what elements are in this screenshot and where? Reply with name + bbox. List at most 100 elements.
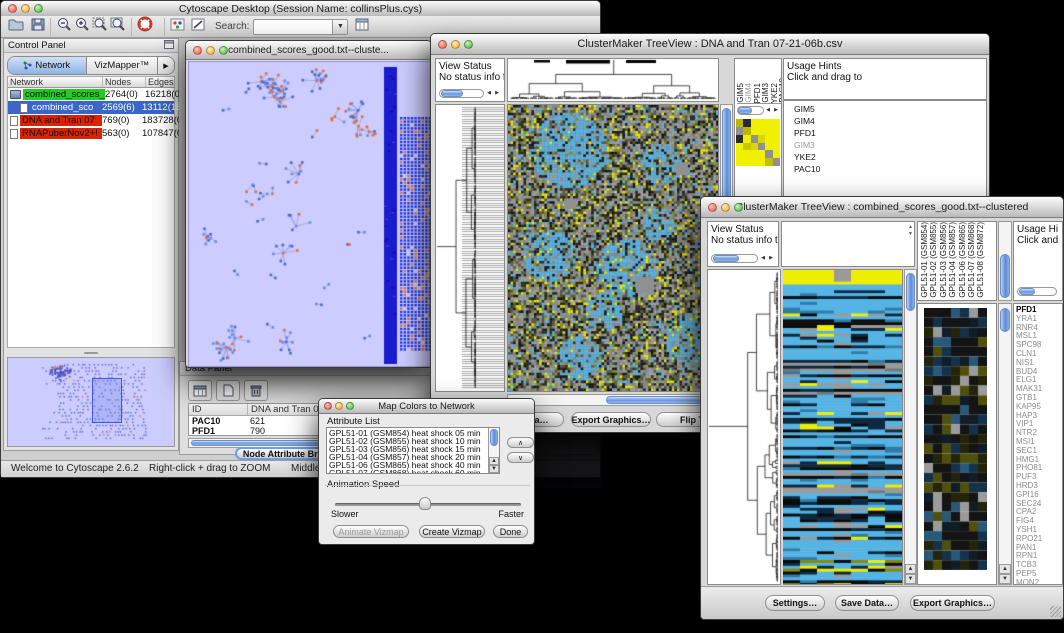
zoom-selected-icon[interactable] [109,16,127,37]
minimize-button[interactable] [721,203,730,212]
tab-vizmapper[interactable]: VizMapper™ [87,57,158,74]
summary-heatmap[interactable] [736,119,780,166]
speed-slider-thumb[interactable] [419,497,431,510]
tab-network[interactable]: Network [8,57,87,74]
move-down-button[interactable]: ∨ [507,452,534,463]
scroll-up-icon[interactable]: ▲ [908,224,913,230]
column-label[interactable]: GPL51-03 (GSM856) [940,222,947,298]
network-canvas[interactable] [188,61,431,367]
zoom-button[interactable] [34,4,43,13]
attribute-list-item[interactable]: GPL51-07 (GSM868) heat shock 60 min [329,469,497,474]
zoom-button[interactable] [219,46,228,55]
zoom-button[interactable] [346,402,354,410]
float-panel-icon[interactable] [164,40,174,52]
attribute-browser-icon[interactable] [354,17,371,37]
scroll-up-icon[interactable]: ▲ [489,457,499,465]
column-label[interactable]: YKE2 [771,83,778,103]
close-button[interactable] [193,46,202,55]
column-label[interactable]: GIM3 [762,83,769,103]
minimize-button[interactable] [206,46,215,55]
labels-vscrollbar[interactable] [998,221,1012,301]
resize-grip[interactable] [1050,606,1061,617]
title-bar[interactable]: Map Colors to Network [319,399,534,414]
scroll-right-icon[interactable]: ▶ [493,89,501,97]
tab-overflow-button[interactable]: ▶ [158,57,174,74]
close-button[interactable] [438,40,447,49]
network-list-row[interactable]: DNA and Tran 07769(0)183728(0) [8,114,174,127]
scrollbar-thumb[interactable] [490,429,498,446]
gene-label[interactable]: PAC10 [794,163,986,175]
column-dendrogram-pane[interactable] [507,58,719,102]
scroll-down-icon[interactable]: ▼ [908,231,913,237]
title-bar[interactable]: ClusterMaker TreeView : combined_scores_… [701,197,1063,218]
save-session-icon[interactable] [30,17,46,37]
node-grid-icon[interactable] [169,17,186,37]
column-label[interactable]: GPL51-04 (GSM857) [949,222,956,298]
create-vizmap-button[interactable]: Create Vizmap [419,525,485,538]
scroll-right-icon[interactable]: ▶ [772,106,780,114]
network-list-row[interactable]: RNAPuberNov2+!563(0)107847(0) [8,127,174,140]
zoom-fit-icon[interactable] [91,16,109,37]
gene-label[interactable]: GIM3 [794,139,986,151]
export-graphics-button[interactable]: Export Graphics… [571,412,651,427]
scroll-left-icon[interactable]: ◀ [485,89,493,97]
gene-label[interactable]: GIM4 [794,115,986,127]
column-label[interactable]: PAC10 [779,78,782,103]
move-up-button[interactable]: ∧ [507,437,534,448]
attribute-listbox[interactable]: GPL51-01 (GSM854) heat shock 05 minGPL51… [326,427,500,474]
save-data-button[interactable]: Save Data… [835,595,899,611]
scroll-down-icon[interactable]: ▼ [489,465,499,473]
column-dendrogram-pane[interactable]: ▲ ▼ [781,221,915,267]
mini-scrollbar[interactable] [1017,287,1057,296]
column-label[interactable]: PFD1 [754,83,761,103]
overview-viewport-rect[interactable] [92,378,122,423]
network-list-row[interactable]: combined_scores_2764(0)16218(0) [8,88,174,101]
title-bar[interactable]: combined_scores_good.txt--cluste... [186,41,431,60]
minimize-button[interactable] [21,4,30,13]
search-input[interactable]: ▼ [253,19,348,35]
row-dendrogram-pane[interactable] [435,104,505,392]
listbox-vscrollbar[interactable]: ▲ ▼ [488,428,499,473]
network-overview-panel[interactable] [7,357,175,447]
panel-splitter[interactable] [7,350,175,356]
close-button[interactable] [324,402,332,410]
detail-heatmap-pane[interactable] [917,303,997,585]
network-list-row[interactable]: combined_sco2569(6)13112(15) [8,101,174,114]
heatmap-pane[interactable] [783,269,903,585]
minimize-button[interactable] [451,40,460,49]
zoom-button[interactable] [734,203,743,212]
scroll-up-icon[interactable]: ▲ [999,564,1011,574]
help-icon[interactable] [136,16,154,38]
new-attribute-icon[interactable] [216,380,240,401]
gene-list-vscrollbar[interactable]: ▲ ▼ [998,303,1012,585]
column-label[interactable]: GIM4 [745,83,752,103]
scroll-down-icon[interactable]: ▼ [905,574,916,584]
scroll-up-icon[interactable]: ▲ [905,564,916,574]
zoom-button[interactable] [464,40,473,49]
mini-scrollbar[interactable]: ◀ ▶ [439,89,501,98]
search-dropdown-icon[interactable]: ▼ [333,19,348,35]
gene-label[interactable]: GIM5 [794,103,986,115]
column-label[interactable]: GPL51-01 (GSM854) [921,222,928,298]
column-label[interactable]: GPL51-06 (GSM865) [959,222,966,298]
mini-scrollbar[interactable]: ◀ ▶ [711,254,775,263]
scrollbar-thumb[interactable] [1000,308,1010,332]
settings-button[interactable]: Settings… [765,595,825,611]
column-label[interactable]: GPL51-02 (GSM855) [930,222,937,298]
gene-label[interactable]: PFD1 [794,127,986,139]
delete-attribute-icon[interactable] [244,380,268,401]
mini-scrollbar[interactable]: ◀ ▶ [737,106,779,115]
close-button[interactable] [708,203,717,212]
select-attributes-icon[interactable] [188,380,212,401]
scrollbar-thumb[interactable] [1000,254,1010,298]
close-button[interactable] [8,4,17,13]
column-header-id[interactable]: ID [189,404,248,415]
done-button[interactable]: Done [493,525,528,538]
scroll-left-icon[interactable]: ◀ [759,254,767,262]
open-session-icon[interactable] [7,17,25,37]
minimize-button[interactable] [335,402,343,410]
column-label[interactable]: GPL51-07 (GSM868) [968,222,975,298]
scroll-left-icon[interactable]: ◀ [764,106,772,114]
annotation-icon[interactable] [190,17,207,37]
animate-vizmap-button[interactable]: Animate Vizmap [333,525,409,538]
